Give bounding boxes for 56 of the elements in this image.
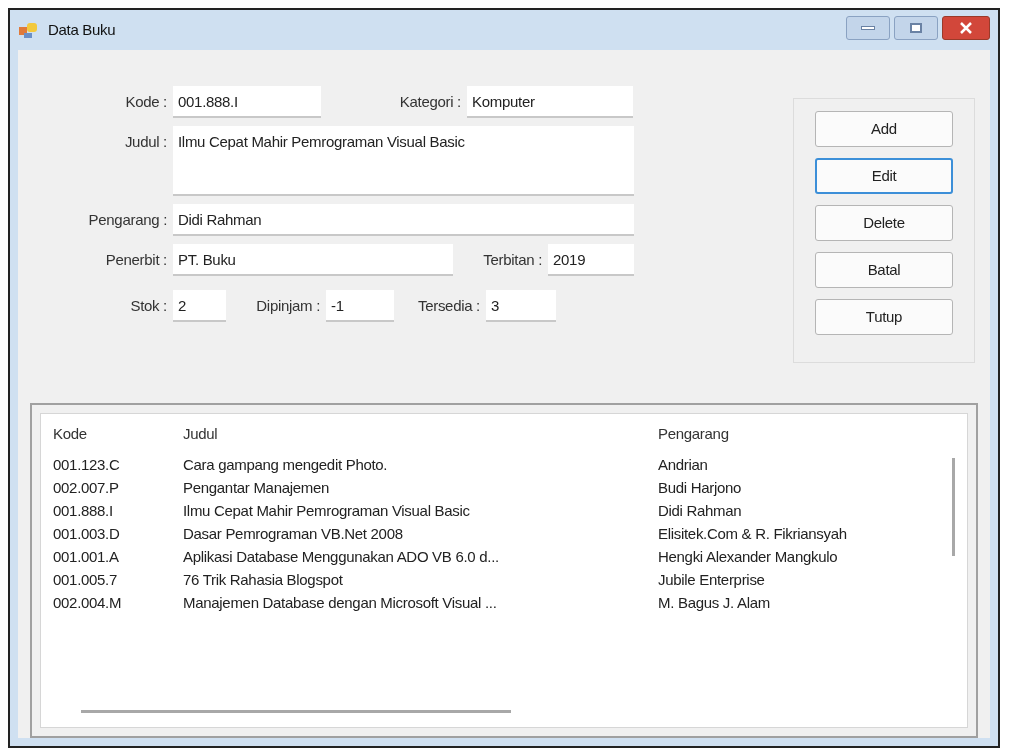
field-label: Penerbit :: [104, 250, 167, 270]
horizontal-scrollbar-thumb[interactable]: [81, 710, 511, 713]
table-cell-text: Hengki Alexander Mangkulo: [658, 547, 839, 568]
maximize-button[interactable]: [894, 16, 938, 40]
field-label: Stok :: [129, 296, 167, 316]
action-button[interactable]: Batal: [815, 252, 953, 288]
table-cell-text: 001.123.C: [53, 455, 121, 476]
table-cell-text: Jubile Enterprise: [658, 570, 766, 591]
table-cell-text: Aplikasi Database Menggunakan ADO VB 6.0 d...: [183, 547, 500, 568]
action-button[interactable]: Add: [815, 111, 953, 147]
field-label: Kode :: [124, 92, 167, 112]
table-cell-text: Didi Rahman: [658, 501, 743, 522]
field-label: Tersedia :: [416, 296, 480, 316]
table-cell-text: Ilmu Cepat Mahir Pemrograman Visual Basic: [183, 501, 471, 522]
table-cell-text: 002.007.P: [53, 478, 120, 499]
vertical-scrollbar-thumb[interactable]: [952, 458, 955, 556]
field-label: Kategori :: [398, 92, 461, 112]
text-field[interactable]: Komputer: [467, 86, 633, 118]
action-button[interactable]: Delete: [815, 205, 953, 241]
field-label: Dipinjam :: [255, 296, 320, 316]
text-field[interactable]: -1: [326, 290, 394, 322]
action-button[interactable]: Edit: [815, 158, 953, 194]
table-cell-text: Budi Harjono: [658, 478, 743, 499]
table-cell-text: Elisitek.Com & R. Fikriansyah: [658, 524, 848, 545]
app-icon: [18, 21, 40, 39]
column-header[interactable]: Kode: [53, 422, 183, 446]
column-header[interactable]: Judul: [183, 422, 658, 446]
table-cell-text: 002.004.M: [53, 593, 123, 614]
close-button[interactable]: [942, 16, 990, 40]
table-cell-text: Dasar Pemrograman VB.Net 2008: [183, 524, 404, 545]
field-label: Terbitan :: [482, 250, 542, 270]
minimize-button[interactable]: [846, 16, 890, 40]
text-field[interactable]: Ilmu Cepat Mahir Pemrograman Visual Basic: [173, 126, 634, 196]
window-title: Data Buku: [48, 19, 116, 40]
table-cell-text: Pengantar Manajemen: [183, 478, 331, 499]
text-field[interactable]: PT. Buku: [173, 244, 453, 276]
table-cell-text: Manajemen Database dengan Microsoft Visual ...: [183, 593, 498, 614]
book-list[interactable]: [30, 403, 978, 738]
table-cell-text: 001.003.D: [53, 524, 121, 545]
column-header[interactable]: Pengarang: [658, 422, 958, 446]
table-cell-text: Cara gampang mengedit Photo.: [183, 455, 389, 476]
table-cell-text: 76 Trik Rahasia Blogspot: [183, 570, 344, 591]
table-cell-text: M. Bagus J. Alam: [658, 593, 771, 614]
text-field[interactable]: 001.888.I: [173, 86, 321, 118]
field-label: Pengarang :: [87, 210, 167, 230]
action-button[interactable]: Tutup: [815, 299, 953, 335]
text-field[interactable]: 2: [173, 290, 226, 322]
table-cell-text: 001.888.I: [53, 501, 114, 522]
close-icon: [960, 22, 972, 34]
table-cell-text: 001.005.7: [53, 570, 119, 591]
text-field[interactable]: Didi Rahman: [173, 204, 634, 236]
table-cell-text: Andrian: [658, 455, 709, 476]
text-field[interactable]: 2019: [548, 244, 634, 276]
field-label: Judul :: [123, 132, 167, 152]
text-field[interactable]: 3: [486, 290, 556, 322]
table-cell-text: 001.001.A: [53, 547, 120, 568]
